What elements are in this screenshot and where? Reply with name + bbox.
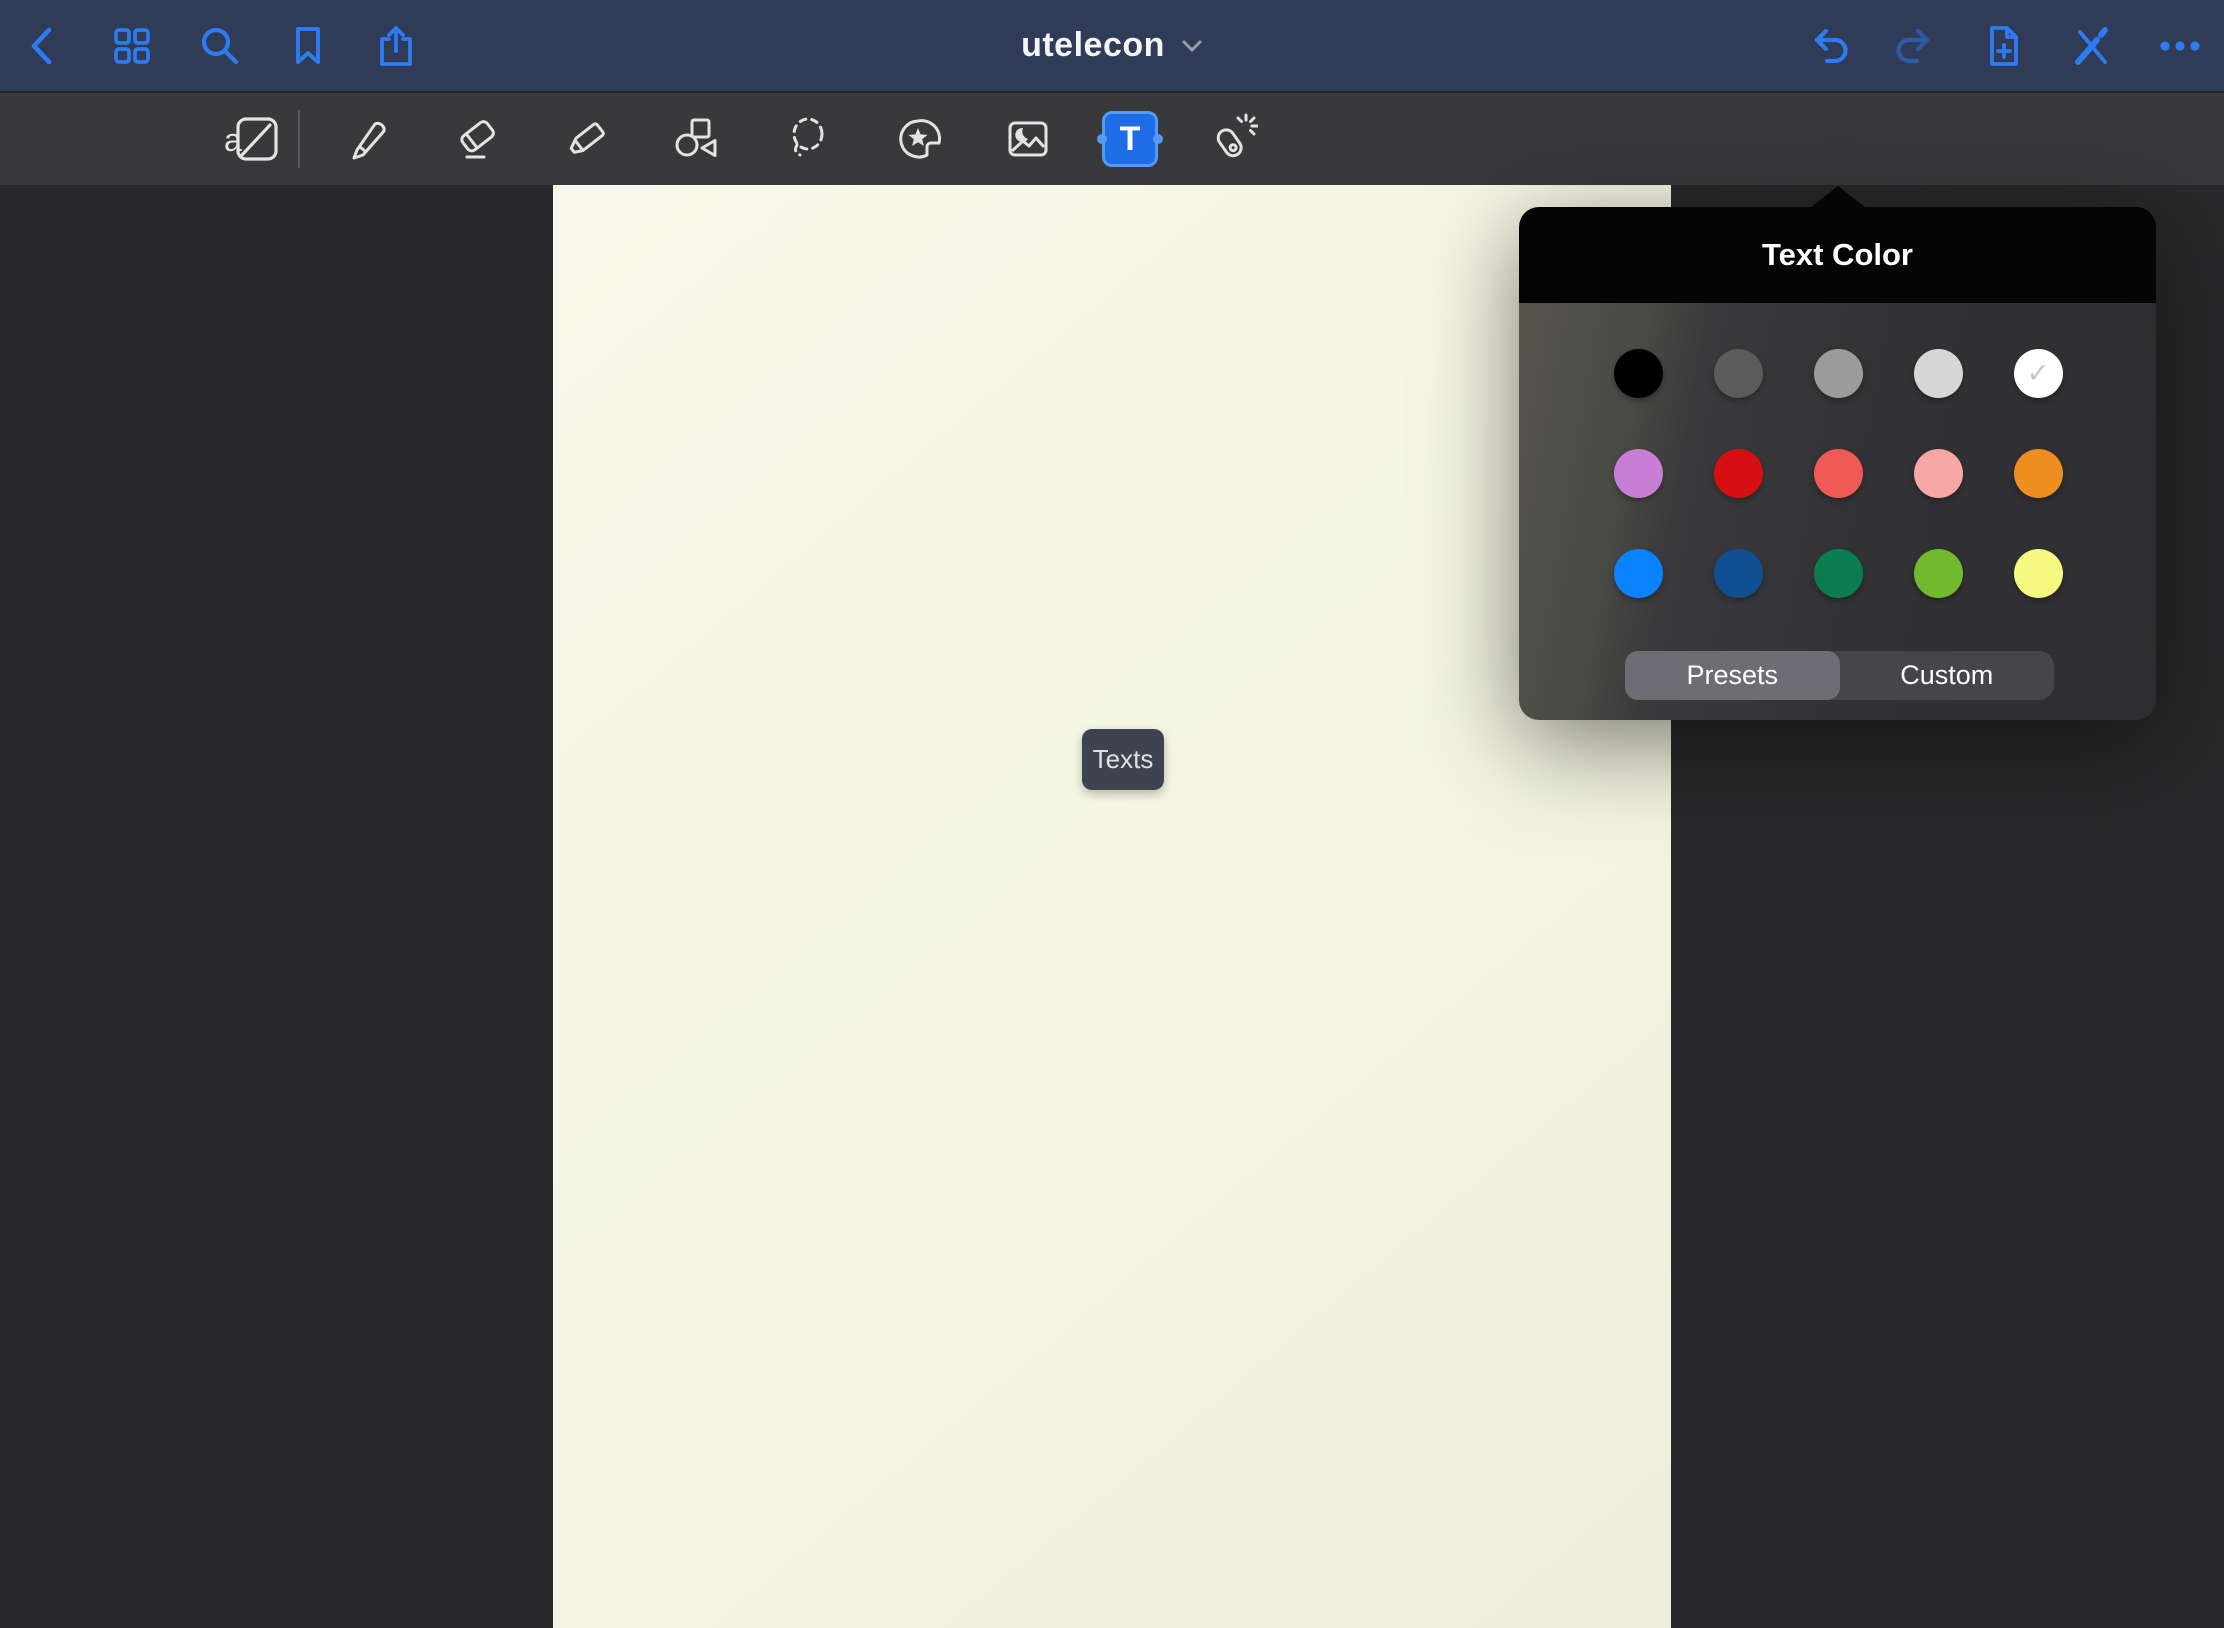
pages-overview-icon[interactable] [88,0,176,91]
color-swatch[interactable] [1614,549,1663,598]
color-swatch[interactable] [1714,549,1763,598]
nav-right-group [1784,0,2224,91]
lasso-icon[interactable] [772,92,844,186]
color-swatch[interactable] [1714,449,1763,498]
popup-title: Text Color [1762,237,1913,273]
color-swatch[interactable] [1914,449,1963,498]
shapes-icon[interactable] [662,92,734,186]
popup-callout-arrow [1810,186,1866,208]
swatch-grid: ✓ [1588,323,2088,623]
note-page[interactable] [553,185,1671,1628]
image-icon[interactable] [992,92,1064,186]
share-icon[interactable] [352,0,440,91]
color-swatch[interactable] [1714,349,1763,398]
laser-pointer-icon[interactable] [1196,92,1268,186]
color-swatch[interactable] [1914,549,1963,598]
color-swatch[interactable] [1614,449,1663,498]
text-element-tooltip[interactable]: Texts [1082,729,1164,790]
popup-body: ✓ Presets Custom [1519,303,2156,720]
color-swatch[interactable] [2014,549,2063,598]
selection-handle [1153,134,1163,144]
chevron-down-icon [1181,39,1203,53]
color-swatch[interactable]: ✓ [2014,349,2063,398]
color-swatch[interactable] [2014,449,2063,498]
document-title[interactable]: utelecon [1021,26,1165,65]
eraser-icon[interactable] [442,92,514,186]
color-swatch[interactable] [1614,349,1663,398]
elements-icon[interactable] [882,92,954,186]
app-window: utelecon a [0,0,2224,1628]
color-swatch[interactable] [1914,349,1963,398]
check-icon: ✓ [2027,358,2050,389]
stop-editing-icon[interactable] [2048,0,2136,91]
pen-icon[interactable] [332,92,404,186]
redo-icon[interactable] [1872,0,1960,91]
tools-toolbar: a [0,91,2224,185]
color-swatch[interactable] [1814,449,1863,498]
back-icon[interactable] [0,0,88,91]
highlighter-icon[interactable] [552,92,624,186]
popup-header: Text Color [1519,207,2156,303]
search-icon[interactable] [176,0,264,91]
presets-custom-segmented-control: Presets Custom [1625,651,2054,700]
navigation-bar: utelecon [0,0,2224,91]
toolbar-divider [298,110,300,168]
add-page-icon[interactable] [1960,0,2048,91]
selection-handle [1097,134,1107,144]
tab-custom[interactable]: Custom [1840,651,2055,700]
text-color-popup: Text Color ✓ Presets Custom [1519,207,2156,720]
undo-icon[interactable] [1784,0,1872,91]
tab-presets[interactable]: Presets [1625,651,1840,700]
color-swatch[interactable] [1814,349,1863,398]
color-swatch[interactable] [1814,549,1863,598]
text-tool-icon[interactable]: T [1102,111,1158,167]
svg-text:a: a [224,122,242,158]
edit-mode-icon[interactable]: a [216,92,288,186]
more-icon[interactable] [2136,0,2224,91]
bookmark-icon[interactable] [264,0,352,91]
